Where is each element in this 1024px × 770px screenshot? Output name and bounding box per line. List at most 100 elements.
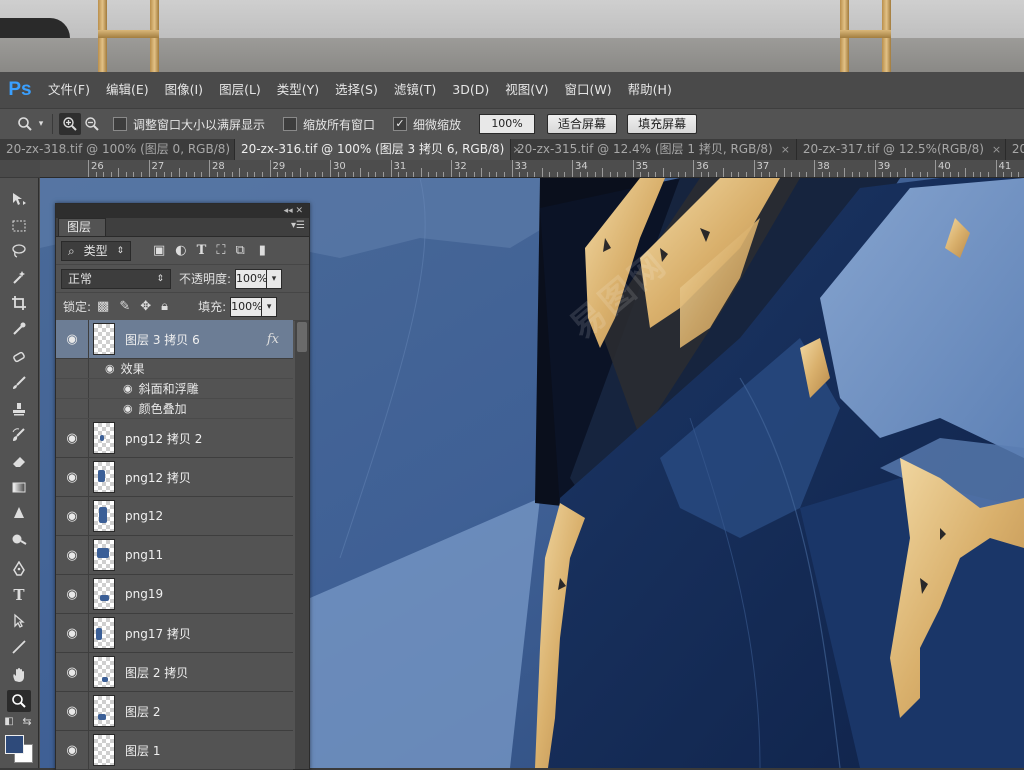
layer-row[interactable]: ◉ png12 拷贝 2 [56,419,293,458]
menu-3d[interactable]: 3D(D) [444,72,497,108]
eye-icon[interactable]: ◉ [56,536,89,574]
swap-colors-icon[interactable]: ⇆ [20,714,34,728]
crop-tool-icon[interactable] [7,292,31,314]
eye-icon[interactable]: ◉ [56,320,89,358]
eye-icon[interactable]: ◉ [56,575,89,613]
blend-mode-dropdown[interactable]: 正常 ⇕ [61,268,171,289]
lock-brush-icon[interactable]: ✎ [119,299,130,314]
type-tool-icon[interactable]: T [7,584,31,606]
eye-icon[interactable]: ◉ [56,497,89,535]
panel-menu-icon[interactable]: ▾☰ [291,220,305,231]
healing-brush-tool-icon[interactable] [7,346,31,368]
dodge-tool-icon[interactable] [7,528,31,550]
marquee-tool-icon[interactable] [7,215,31,237]
eye-icon[interactable]: ◉ [56,614,89,652]
tab-doc-21[interactable]: 20-玄21 [1006,139,1024,160]
filter-shape-icon[interactable]: ⛶ [216,243,225,258]
scrubby-zoom-checkbox[interactable]: ✓ 细微缩放 [393,116,461,133]
close-icon[interactable]: × [992,139,1001,160]
layer-row[interactable]: ◉ png19 [56,575,293,614]
foreground-color-swatch[interactable] [5,735,24,754]
fx-icon[interactable]: fx [267,332,279,347]
panel-collapse-bar[interactable]: ◂◂ ✕ [56,204,309,218]
blur-tool-icon[interactable] [7,502,31,524]
eye-icon[interactable]: ◉ [56,731,89,769]
menu-file[interactable]: 文件(F) [40,72,98,108]
tab-doc-318[interactable]: 20-zx-318.tif @ 100% (图层 0, RGB/8)× [0,139,247,160]
effects-group[interactable]: ◉ 效果 [56,359,293,379]
fill-screen-button[interactable]: 填充屏幕 [627,114,698,134]
move-tool-icon[interactable] [7,188,31,210]
lasso-tool-icon[interactable] [7,240,31,262]
lock-all-icon[interactable]: 🔒︎ [161,299,168,314]
menu-select[interactable]: 选择(S) [327,72,386,108]
filter-smart-object-icon[interactable]: ⧉ [235,243,244,258]
eye-icon[interactable]: ◉ [56,692,89,730]
layer-row[interactable]: ◉ png12 [56,497,293,536]
layer-row[interactable]: ◉ 图层 2 拷贝 [56,653,293,692]
eyedropper-tool-icon[interactable] [7,318,31,340]
layer-row[interactable]: ◉ png11 [56,536,293,575]
fill-input[interactable]: 100% [230,296,263,317]
clone-stamp-tool-icon[interactable] [7,398,31,420]
magic-wand-tool-icon[interactable] [7,266,31,288]
layer-row[interactable]: ◉ 图层 2 [56,692,293,731]
fit-screen-button[interactable]: 适合屏幕 [547,114,618,134]
filter-toggle-icon[interactable]: ▮ [259,243,266,258]
filter-kind-dropdown[interactable]: ⌕ 类型 ⇕ [61,240,131,261]
menu-filter[interactable]: 滤镜(T) [386,72,444,108]
effect-color-overlay[interactable]: ◉ 颜色叠加 [56,399,293,419]
effect-bevel-emboss[interactable]: ◉ 斜面和浮雕 [56,379,293,399]
collapse-icon[interactable]: ◂◂ ✕ [284,206,303,216]
chevron-down-icon[interactable]: ▾ [262,296,278,317]
lock-transparent-icon[interactable]: ▩ [97,299,109,314]
eye-icon[interactable]: ◉ [56,458,89,496]
eraser-tool-icon[interactable] [7,450,31,472]
menu-image[interactable]: 图像(I) [157,72,211,108]
layer-row[interactable]: ◉ 图层 3 拷贝 6 fx [56,320,293,359]
zoom-percent-field[interactable]: 100% [479,114,536,134]
eye-icon[interactable]: ◉ [56,653,89,691]
path-selection-tool-icon[interactable] [7,610,31,632]
filter-pixel-icon[interactable]: ▣ [153,243,165,258]
layer-row[interactable]: ◉ png17 拷贝 [56,614,293,653]
resize-windows-checkbox[interactable]: 调整窗口大小以满屏显示 [113,116,265,133]
zoom-tool-icon[interactable] [7,690,31,712]
eye-icon[interactable]: ◉ [105,362,115,375]
menu-layer[interactable]: 图层(L) [211,72,269,108]
layers-scrollbar[interactable] [295,320,309,769]
line-tool-icon[interactable] [7,636,31,658]
history-brush-tool-icon[interactable] [7,424,31,446]
layer-row[interactable]: ◉ 图层 1 [56,731,293,770]
eye-icon[interactable]: ◉ [56,419,89,457]
hand-tool-icon[interactable] [7,664,31,686]
tab-layers[interactable]: 图层 [58,218,107,236]
eye-icon[interactable]: ◉ [123,402,133,415]
zoom-out-icon[interactable] [81,113,103,135]
lock-position-icon[interactable]: ✥ [140,299,151,314]
close-icon[interactable]: × [781,139,790,160]
zoom-in-icon[interactable] [59,113,81,135]
gradient-tool-icon[interactable] [7,476,31,498]
menu-view[interactable]: 视图(V) [497,72,556,108]
menu-type[interactable]: 类型(Y) [269,72,327,108]
layer-row[interactable]: ◉ png12 拷贝 [56,458,293,497]
opacity-input[interactable]: 100% [235,268,268,289]
filter-type-icon[interactable]: T [197,243,207,258]
scrollbar-thumb[interactable] [297,322,307,352]
eye-icon[interactable]: ◉ [123,382,133,395]
menu-edit[interactable]: 编辑(E) [98,72,157,108]
menu-help[interactable]: 帮助(H) [620,72,680,108]
brush-tool-icon[interactable] [7,372,31,394]
default-colors-icon[interactable]: ◧ [2,714,16,728]
zoom-all-windows-checkbox[interactable]: 缩放所有窗口 [283,116,375,133]
menu-window[interactable]: 窗口(W) [557,72,620,108]
tab-doc-317[interactable]: 20-zx-317.tif @ 12.5%(RGB/8) × [797,139,1006,160]
tab-doc-315[interactable]: 20-zx-315.tif @ 12.4% (图层 1 拷贝, RGB/8) × [511,139,797,160]
chevron-down-icon[interactable]: ▾ [36,113,46,135]
chevron-down-icon[interactable]: ▾ [267,268,283,289]
pen-tool-icon[interactable] [7,558,31,580]
tab-doc-316[interactable]: 20-zx-316.tif @ 100% (图层 3 拷贝 6, RGB/8) × [235,139,522,160]
filter-adjustment-icon[interactable]: ◐ [175,243,186,258]
zoom-tool-preset-icon[interactable] [14,113,36,135]
